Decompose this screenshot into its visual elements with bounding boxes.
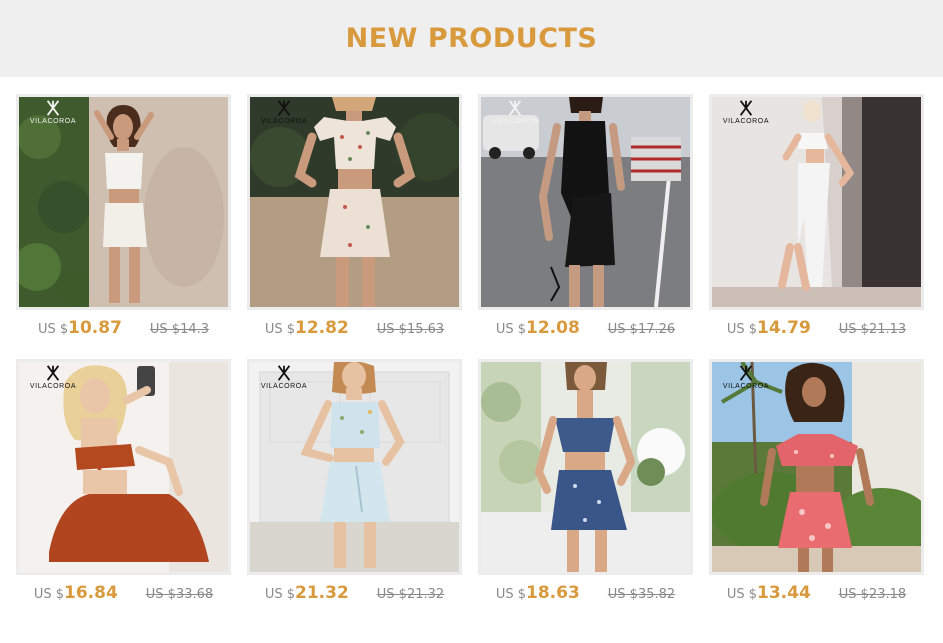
current-price: US $14.79 <box>726 318 811 338</box>
product-photo[interactable] <box>481 362 690 572</box>
price-row: US $14.79 US $21.13 <box>709 318 924 344</box>
original-price: US $17.26 <box>607 322 676 337</box>
original-price: US $23.18 <box>838 587 907 602</box>
original-price: US $15.63 <box>376 322 445 337</box>
brand-logo-icon <box>277 100 291 116</box>
product-image-frame[interactable]: VILACOROA <box>478 94 693 310</box>
current-price: US $21.32 <box>264 583 349 603</box>
product-image-frame[interactable]: VILACOROA <box>16 359 231 575</box>
current-price: US $10.87 <box>37 318 122 338</box>
original-price: US $21.13 <box>838 322 907 337</box>
price-row: US $16.84 US $33.68 <box>16 583 231 609</box>
product-image-frame[interactable]: VILACOROA <box>709 359 924 575</box>
brand-logo: VILACOROA <box>715 99 777 133</box>
brand-logo: VILACOROA <box>715 364 777 398</box>
section-header: NEW PRODUCTS <box>0 0 943 77</box>
product-image-frame[interactable]: VILACOROA <box>16 94 231 310</box>
original-price: US $33.68 <box>145 587 214 602</box>
product-image-frame[interactable] <box>478 359 693 575</box>
brand-logo-icon <box>739 100 753 116</box>
original-price: US $21.32 <box>376 587 445 602</box>
section-title: NEW PRODUCTS <box>345 23 598 54</box>
price-row: US $10.87 US $14.3 <box>16 318 231 344</box>
original-price: US $35.82 <box>607 587 676 602</box>
product-image-frame[interactable]: VILACOROA <box>247 359 462 575</box>
brand-logo: VILACOROA <box>484 99 546 133</box>
brand-logo: VILACOROA <box>253 364 315 398</box>
price-row: US $21.32 US $21.32 <box>247 583 462 609</box>
brand-logo-icon <box>277 365 291 381</box>
product-image-frame[interactable]: VILACOROA <box>247 94 462 310</box>
original-price: US $14.3 <box>149 322 210 337</box>
current-price: US $18.63 <box>495 583 580 603</box>
product-image-frame[interactable]: VILACOROA <box>709 94 924 310</box>
price-row: US $12.82 US $15.63 <box>247 318 462 344</box>
current-price: US $13.44 <box>726 583 811 603</box>
brand-logo: VILACOROA <box>22 364 84 398</box>
brand-logo-icon <box>739 365 753 381</box>
price-row: US $12.08 US $17.26 <box>478 318 693 344</box>
price-row: US $18.63 US $35.82 <box>478 583 693 609</box>
brand-logo-icon <box>508 100 522 116</box>
brand-logo-icon <box>46 365 60 381</box>
brand-logo: VILACOROA <box>22 99 84 133</box>
current-price: US $12.08 <box>495 318 580 338</box>
brand-logo-icon <box>46 100 60 116</box>
current-price: US $12.82 <box>264 318 349 338</box>
current-price: US $16.84 <box>33 583 118 603</box>
brand-logo: VILACOROA <box>253 99 315 133</box>
price-row: US $13.44 US $23.18 <box>709 583 924 609</box>
